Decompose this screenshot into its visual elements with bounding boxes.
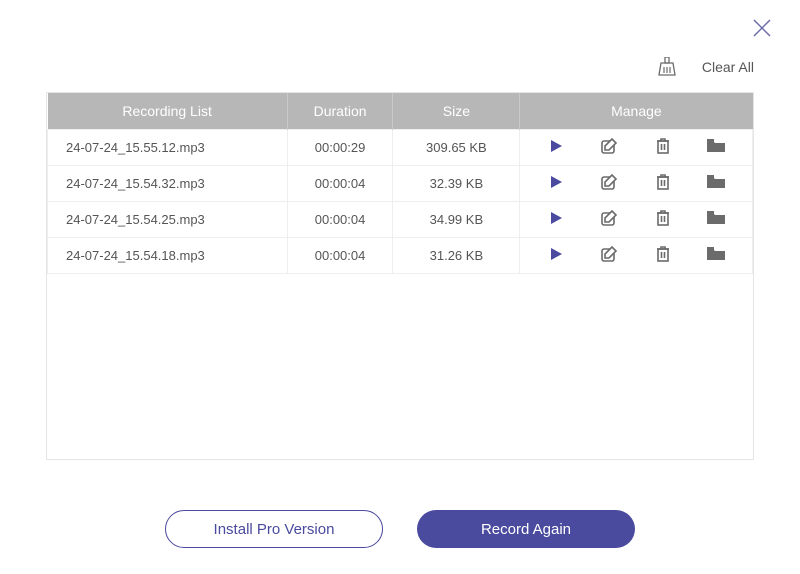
play-button[interactable] bbox=[545, 172, 567, 194]
cell-size: 34.99 KB bbox=[393, 201, 520, 237]
col-manage: Manage bbox=[520, 93, 753, 129]
cell-manage bbox=[520, 201, 753, 237]
play-icon bbox=[548, 210, 564, 229]
trash-icon bbox=[655, 209, 671, 230]
clear-all-button[interactable]: Clear All bbox=[702, 59, 754, 75]
open-folder-button[interactable] bbox=[705, 244, 727, 266]
trash-icon bbox=[655, 245, 671, 266]
table-row: 24-07-24_15.54.32.mp300:00:0432.39 KB bbox=[48, 165, 753, 201]
edit-icon bbox=[600, 137, 618, 158]
edit-icon bbox=[600, 209, 618, 230]
delete-button[interactable] bbox=[652, 244, 674, 266]
folder-icon bbox=[706, 174, 726, 193]
table-row: 24-07-24_15.54.25.mp300:00:0434.99 KB bbox=[48, 201, 753, 237]
clear-all-icon-button[interactable] bbox=[656, 56, 678, 78]
rename-button[interactable] bbox=[598, 172, 620, 194]
recording-table: Recording List Duration Size Manage 24-0… bbox=[46, 92, 754, 460]
cell-duration: 00:00:04 bbox=[287, 237, 393, 273]
delete-button[interactable] bbox=[652, 136, 674, 158]
trash-icon bbox=[655, 173, 671, 194]
folder-icon bbox=[706, 138, 726, 157]
col-duration: Duration bbox=[287, 93, 393, 129]
play-button[interactable] bbox=[545, 208, 567, 230]
cell-size: 309.65 KB bbox=[393, 129, 520, 165]
cell-name: 24-07-24_15.54.18.mp3 bbox=[48, 237, 288, 273]
cell-duration: 00:00:04 bbox=[287, 165, 393, 201]
cell-name: 24-07-24_15.54.32.mp3 bbox=[48, 165, 288, 201]
open-folder-button[interactable] bbox=[705, 208, 727, 230]
folder-icon bbox=[706, 246, 726, 265]
install-pro-button[interactable]: Install Pro Version bbox=[165, 510, 383, 548]
cell-duration: 00:00:29 bbox=[287, 129, 393, 165]
record-again-button[interactable]: Record Again bbox=[417, 510, 635, 548]
edit-icon bbox=[600, 173, 618, 194]
broom-icon bbox=[658, 57, 676, 77]
cell-manage bbox=[520, 129, 753, 165]
col-size: Size bbox=[393, 93, 520, 129]
folder-icon bbox=[706, 210, 726, 229]
play-icon bbox=[548, 174, 564, 193]
play-button[interactable] bbox=[545, 244, 567, 266]
cell-manage bbox=[520, 165, 753, 201]
cell-name: 24-07-24_15.54.25.mp3 bbox=[48, 201, 288, 237]
edit-icon bbox=[600, 245, 618, 266]
delete-button[interactable] bbox=[652, 208, 674, 230]
play-icon bbox=[548, 246, 564, 265]
rename-button[interactable] bbox=[598, 136, 620, 158]
cell-size: 31.26 KB bbox=[393, 237, 520, 273]
rename-button[interactable] bbox=[598, 208, 620, 230]
cell-manage bbox=[520, 237, 753, 273]
cell-size: 32.39 KB bbox=[393, 165, 520, 201]
table-row: 24-07-24_15.55.12.mp300:00:29309.65 KB bbox=[48, 129, 753, 165]
trash-icon bbox=[655, 137, 671, 158]
col-recording: Recording List bbox=[48, 93, 288, 129]
cell-name: 24-07-24_15.55.12.mp3 bbox=[48, 129, 288, 165]
open-folder-button[interactable] bbox=[705, 172, 727, 194]
table-row: 24-07-24_15.54.18.mp300:00:0431.26 KB bbox=[48, 237, 753, 273]
cell-duration: 00:00:04 bbox=[287, 201, 393, 237]
play-icon bbox=[548, 138, 564, 157]
play-button[interactable] bbox=[545, 136, 567, 158]
open-folder-button[interactable] bbox=[705, 136, 727, 158]
rename-button[interactable] bbox=[598, 244, 620, 266]
delete-button[interactable] bbox=[652, 172, 674, 194]
close-button[interactable] bbox=[752, 18, 772, 43]
close-icon bbox=[752, 18, 772, 38]
